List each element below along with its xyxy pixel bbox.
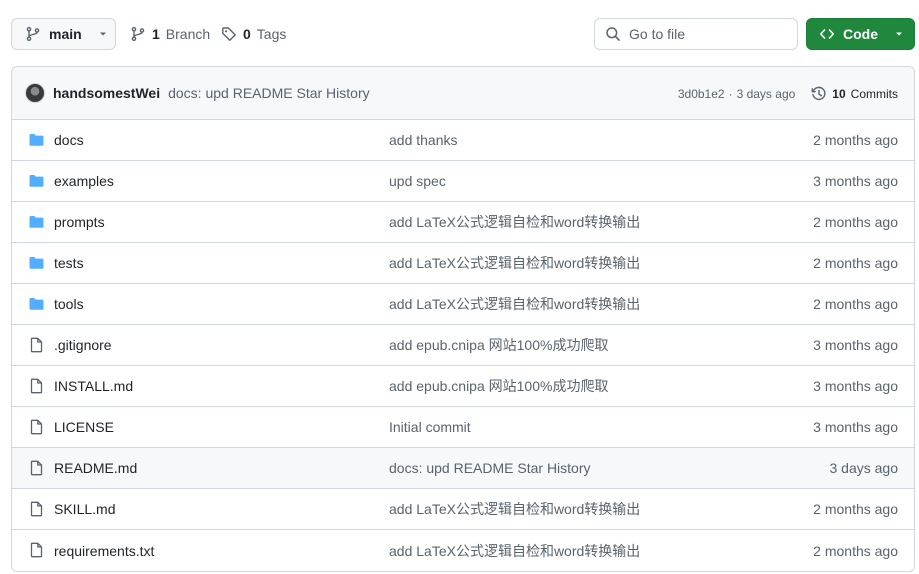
commit-message[interactable]: docs: upd README Star History [168,85,370,101]
file-name-link[interactable]: requirements.txt [54,543,154,559]
commit-message-link[interactable]: add LaTeX公式逻辑自检和word转换输出 [389,294,640,314]
file-icon [30,419,43,435]
branch-name: main [49,26,82,42]
file-name-link[interactable]: README.md [54,460,137,476]
commit-age: 3 months ago [813,337,898,353]
go-to-file-search[interactable] [594,18,798,50]
repo-toolbar: main 1 Branch 0 Tags Code [0,0,919,66]
commit-age: 3 days ago [829,460,899,476]
commit-message-link[interactable]: add LaTeX公式逻辑自检和word转换输出 [389,541,640,561]
latest-commit-bar: handsomestWei docs: upd README Star Hist… [12,67,914,120]
commit-age: 3 days ago [736,86,796,101]
history-icon [811,86,826,100]
tags-link[interactable]: 0 Tags [221,18,286,50]
file-name-link[interactable]: INSTALL.md [54,378,133,394]
branches-label: Branch [165,26,211,42]
table-row[interactable]: requirements.txt add LaTeX公式逻辑自检和word转换输出… [12,530,914,571]
folder-icon [29,175,44,187]
caret-down-icon [896,32,902,36]
commit-message-link[interactable]: Initial commit [389,419,471,435]
table-row[interactable]: examples upd spec 3 months ago [12,161,914,202]
git-branch-icon [131,26,145,42]
file-icon [30,337,43,353]
commit-age: 2 months ago [813,542,898,559]
tags-count: 0 [243,26,251,42]
file-name-link[interactable]: LICENSE [54,419,114,435]
folder-icon [29,134,44,146]
separator: · [728,86,733,101]
table-row[interactable]: SKILL.md add LaTeX公式逻辑自检和word转换输出 2 months… [12,489,914,530]
folder-name-link[interactable]: tools [54,296,84,312]
branch-selector-button[interactable]: main [11,18,116,50]
search-icon [606,27,620,41]
code-icon [820,29,834,39]
commit-message-link[interactable]: add LaTeX公式逻辑自检和word转换输出 [389,212,640,232]
table-row[interactable]: LICENSE Initial commit 3 months ago [12,407,914,448]
tag-icon [222,27,236,41]
commit-message-link[interactable]: add thanks [389,132,458,148]
file-table: handsomestWei docs: upd README Star Hist… [11,66,915,572]
commit-age: 3 months ago [813,173,898,189]
folder-icon [29,257,44,269]
code-label: Code [843,26,878,42]
branches-link[interactable]: 1 Branch [130,18,210,50]
commits-history-link[interactable]: 10 Commits [811,86,898,102]
commit-age: 2 months ago [813,214,898,230]
table-row[interactable]: docs add thanks 2 months ago [12,120,914,161]
table-row[interactable]: prompts add LaTeX公式逻辑自检和word转换输出 2 months … [12,202,914,243]
folder-icon [29,298,44,310]
commit-meta: 3d0b1e2 · 3 days ago 10 Commits [678,67,898,120]
commit-age: 2 months ago [813,255,898,271]
commit-message-link[interactable]: add epub.cnipa 网站100%成功爬取 [389,376,608,396]
file-name-link[interactable]: SKILL.md [54,501,115,517]
file-list: docs add thanks 2 months ago examples upd sp… [12,120,914,571]
commit-age: 2 months ago [813,132,898,148]
commit-message-link[interactable]: docs: upd README Star History [389,460,591,476]
folder-name-link[interactable]: prompts [54,214,105,230]
commit-message-link[interactable]: add LaTeX公式逻辑自检和word转换输出 [389,253,640,273]
commit-age: 2 months ago [813,296,898,312]
file-icon [30,460,43,476]
commits-label: Commits [850,86,898,101]
caret-down-icon [99,32,106,36]
file-icon [30,378,43,394]
commit-message-link[interactable]: add epub.cnipa 网站100%成功爬取 [389,335,608,355]
table-row[interactable]: README.md docs: upd README Star History 3 … [12,448,914,489]
file-icon [30,542,43,558]
folder-name-link[interactable]: tests [54,255,84,271]
table-row[interactable]: .gitignore add epub.cnipa 网站100%成功爬取 3 mon… [12,325,914,366]
file-icon [30,501,43,517]
folder-name-link[interactable]: docs [54,132,84,148]
commit-message-link[interactable]: add LaTeX公式逻辑自检和word转换输出 [389,499,640,519]
commits-count: 10 [832,86,846,101]
file-name-link[interactable]: .gitignore [54,337,112,353]
git-branch-icon [26,26,40,42]
tags-label: Tags [256,26,287,42]
folder-name-link[interactable]: examples [54,173,114,189]
avatar[interactable] [25,83,45,103]
folder-icon [29,216,44,228]
commit-age: 3 months ago [813,378,898,394]
commit-author[interactable]: handsomestWei [53,85,160,101]
code-button[interactable]: Code [806,18,915,50]
table-row[interactable]: INSTALL.md add epub.cnipa 网站100%成功爬取 3 mon… [12,366,914,407]
commit-sha[interactable]: 3d0b1e2 [678,87,725,101]
table-row[interactable]: tests add LaTeX公式逻辑自检和word转换输出 2 months ag… [12,243,914,284]
search-input[interactable] [629,26,779,42]
commit-age: 3 months ago [813,419,898,435]
commit-age: 2 months ago [813,501,898,517]
table-row[interactable]: tools add LaTeX公式逻辑自检和word转换输出 2 months ag… [12,284,914,325]
commit-message-link[interactable]: upd spec [389,173,446,189]
branches-count: 1 [152,26,160,42]
